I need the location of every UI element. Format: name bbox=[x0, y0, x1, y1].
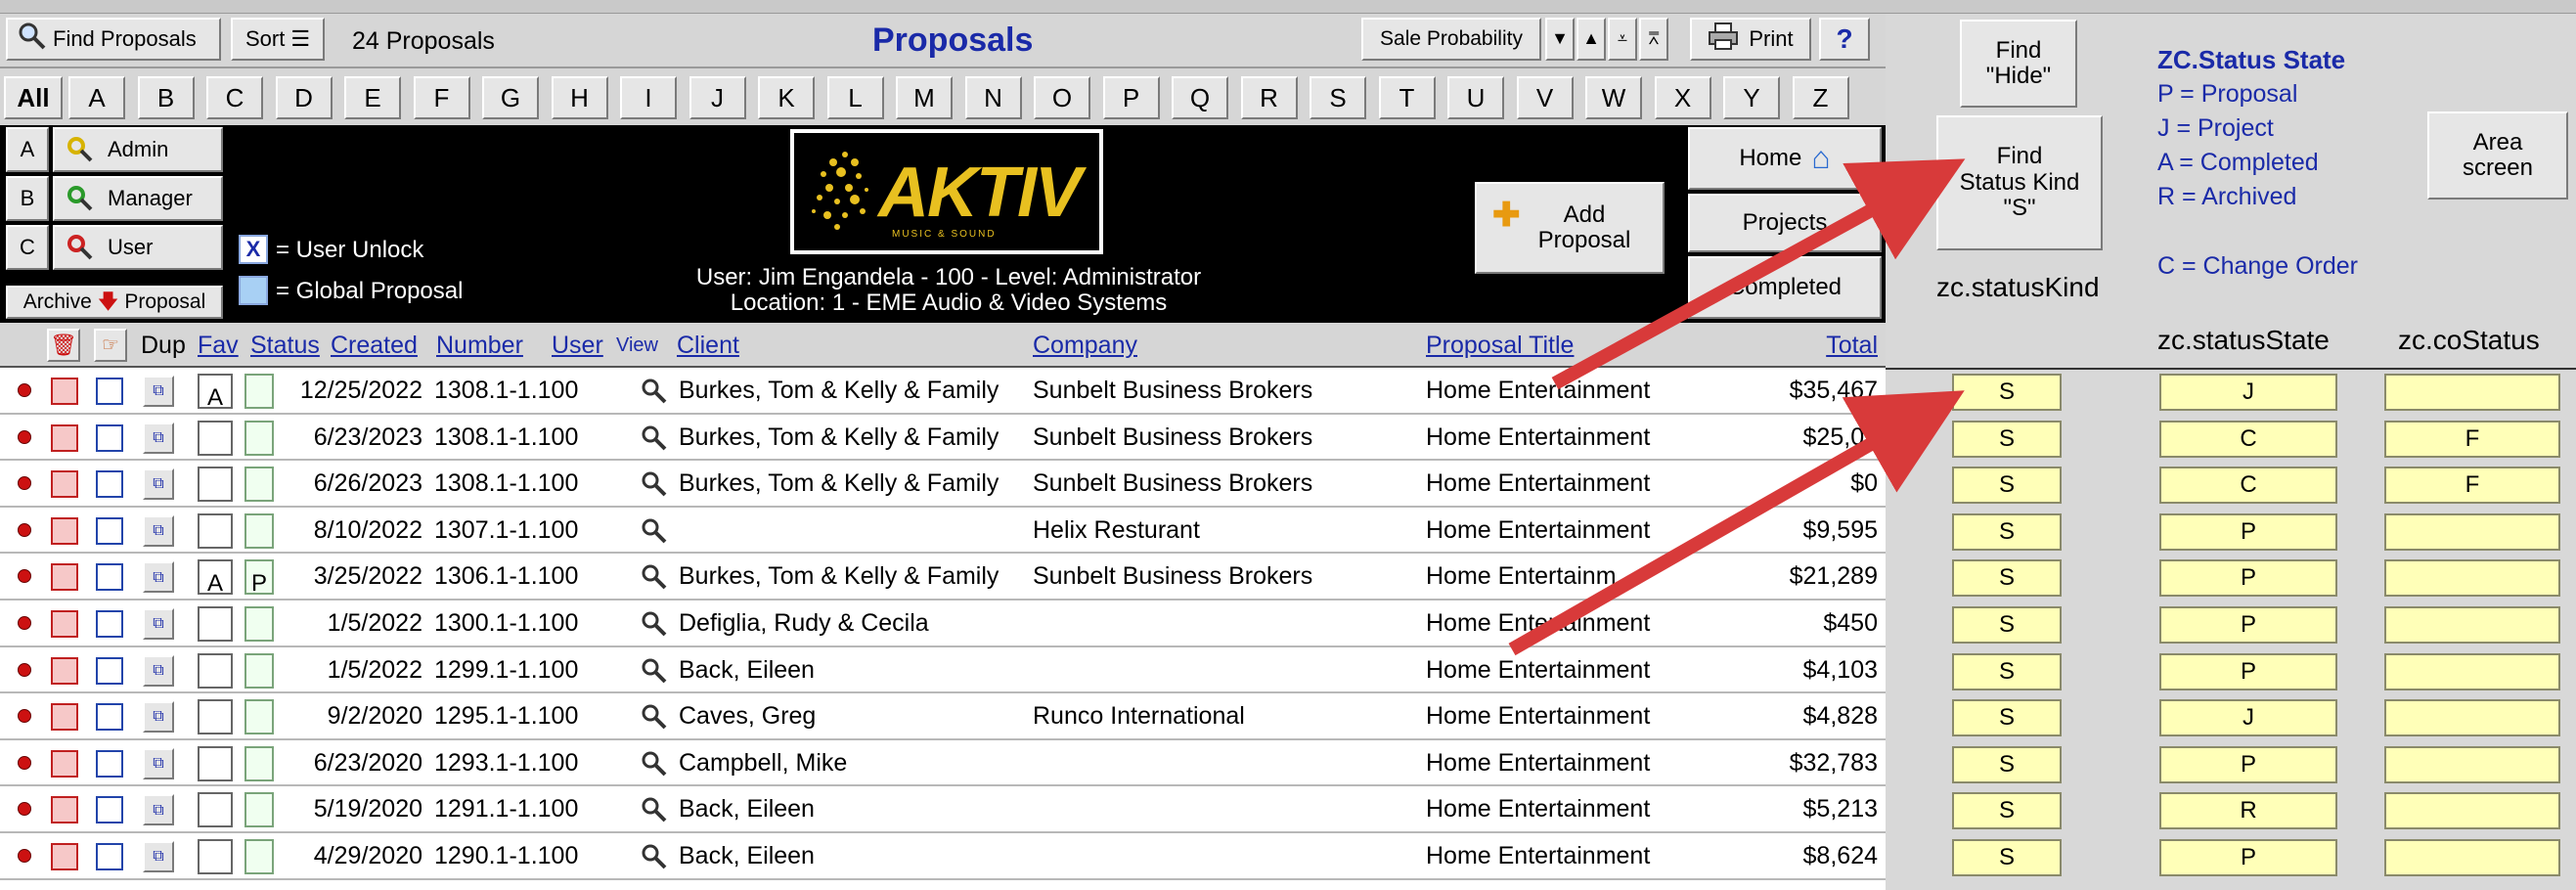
annotation-arrow-lower bbox=[1508, 390, 1965, 656]
annotation-arrows bbox=[1508, 158, 1966, 656]
annotation-arrow-upper bbox=[1551, 158, 1966, 390]
